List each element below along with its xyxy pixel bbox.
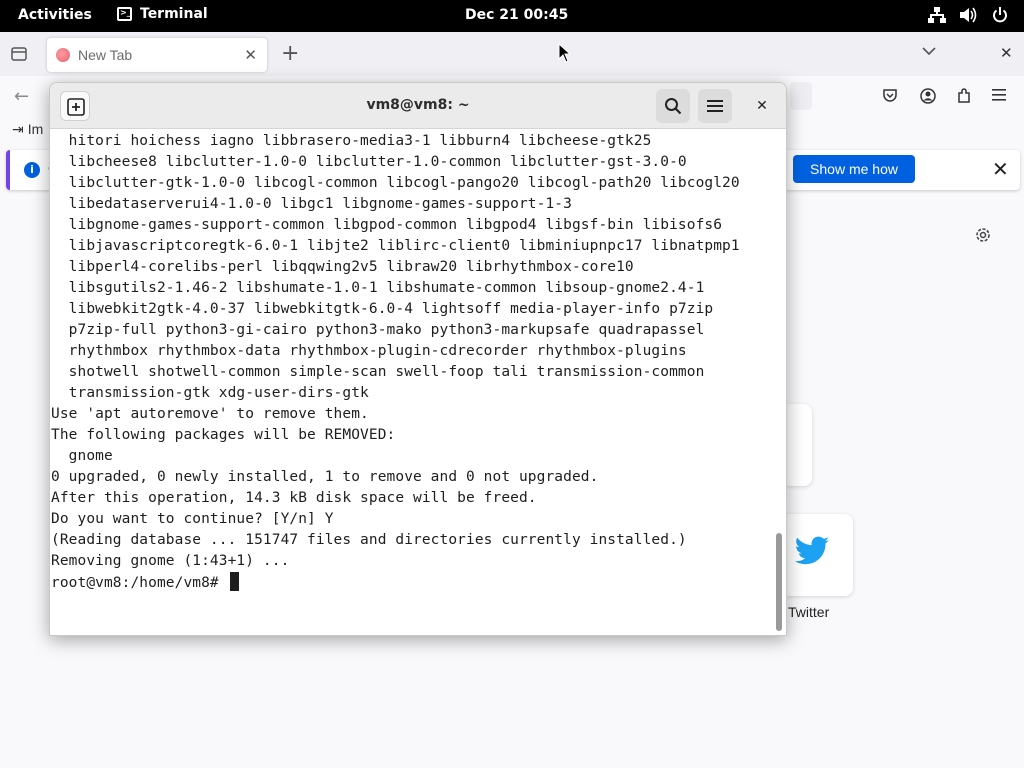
- main-menu-button[interactable]: [698, 89, 732, 123]
- app-name: Terminal: [140, 6, 208, 22]
- terminal-line: libjavascriptcoregtk-6.0-1 libjte2 libli…: [51, 238, 740, 254]
- network-icon: [928, 7, 946, 23]
- terminal-line: libgnome-games-support-common libgpod-co…: [51, 217, 723, 233]
- terminal-line: hitori hoichess iagno libbrasero-media3-…: [51, 133, 652, 149]
- terminal-icon: >_: [117, 7, 132, 21]
- terminal-line: Do you want to continue? [Y/n] Y: [51, 511, 334, 527]
- activities-button[interactable]: Activities: [18, 7, 92, 23]
- terminal-line: libsgutils2-1.46-2 libshumate-1.0-1 libs…: [51, 280, 705, 296]
- search-icon: [665, 98, 682, 115]
- back-arrow-icon[interactable]: ←: [14, 86, 29, 107]
- shortcut-label-twitter[interactable]: Twitter: [788, 604, 829, 620]
- tab-title: New Tab: [78, 47, 133, 63]
- terminal-headerbar: vm8@vm8: ~ ✕: [50, 83, 786, 129]
- info-icon: i: [24, 162, 40, 178]
- terminal-line: rhythmbox rhythmbox-data rhythmbox-plugi…: [51, 343, 687, 359]
- shell-prompt: root@vm8:/home/vm8#: [51, 572, 774, 593]
- terminal-line: shotwell shotwell-common simple-scan swe…: [51, 364, 705, 380]
- terminal-line: libclutter-gtk-1.0-0 libcogl-common libc…: [51, 175, 740, 191]
- search-button[interactable]: [656, 89, 690, 123]
- account-icon[interactable]: [920, 88, 936, 104]
- gnome-top-bar: Activities >_ Terminal Dec 21 00:45: [0, 0, 1024, 32]
- terminal-output[interactable]: hitori hoichess iagno libbrasero-media3-…: [50, 130, 774, 635]
- power-icon: [993, 7, 1007, 23]
- import-icon: ⇥: [12, 121, 24, 137]
- extensions-icon[interactable]: [956, 88, 972, 104]
- scrollbar-thumb[interactable]: [776, 533, 782, 631]
- window-close-icon[interactable]: ✕: [1000, 44, 1013, 62]
- app-menu[interactable]: >_ Terminal: [117, 6, 208, 22]
- terminal-line: libcheese8 libclutter-1.0-0 libclutter-1…: [51, 154, 687, 170]
- terminal-line: libperl4-corelibs-perl libqqwing2v5 libr…: [51, 259, 634, 275]
- terminal-window: vm8@vm8: ~ ✕ hitori hoichess iagno libbr…: [49, 82, 787, 636]
- text-cursor: [229, 572, 239, 591]
- terminal-line: Removing gnome (1:43+1) ...: [51, 553, 290, 569]
- terminal-line: Use 'apt autoremove' to remove them.: [51, 406, 369, 422]
- chevron-down-icon[interactable]: [922, 46, 936, 56]
- terminal-line: After this operation, 14.3 kB disk space…: [51, 490, 537, 506]
- firefox-favicon-icon: [56, 48, 70, 62]
- tab-close-icon[interactable]: ✕: [244, 46, 257, 64]
- terminal-line: (Reading database ... 151747 files and d…: [51, 532, 687, 548]
- terminal-text: hitori hoichess iagno libbrasero-media3-…: [51, 130, 774, 593]
- terminal-line: The following packages will be REMOVED:: [51, 427, 396, 443]
- gear-icon[interactable]: [974, 226, 992, 244]
- mouse-pointer-icon: [558, 43, 572, 63]
- terminal-line: libedataserverui4-1.0-0 libgc1 libgnome-…: [51, 196, 572, 212]
- tab-list-icon[interactable]: [10, 45, 28, 63]
- terminal-line: libwebkit2gtk-4.0-37 libwebkitgtk-6.0-4 …: [51, 301, 714, 317]
- url-bar-edge[interactable]: [790, 82, 812, 110]
- tab-strip: New Tab ✕ + ✕: [0, 32, 1024, 76]
- system-tray[interactable]: [928, 7, 1008, 23]
- close-icon: ✕: [756, 98, 768, 114]
- new-tab-plus-icon[interactable]: +: [281, 41, 299, 66]
- volume-icon: [960, 7, 977, 23]
- close-button[interactable]: ✕: [750, 95, 774, 119]
- hamburger-menu-icon[interactable]: [992, 88, 1008, 102]
- show-me-how-button[interactable]: Show me how: [793, 155, 915, 183]
- hamburger-menu-icon: [707, 100, 723, 112]
- tab-new-tab[interactable]: New Tab ✕: [47, 38, 267, 72]
- terminal-line: 0 upgraded, 0 newly installed, 1 to remo…: [51, 469, 599, 485]
- notification-close-icon[interactable]: ✕: [992, 157, 1009, 181]
- pocket-icon[interactable]: [882, 88, 898, 104]
- terminal-line: p7zip-full python3-gi-cairo python3-mako…: [51, 322, 705, 338]
- terminal-line: gnome: [51, 448, 113, 464]
- twitter-bird-icon: [794, 536, 829, 565]
- bookmark-import[interactable]: ⇥ Im: [12, 121, 43, 138]
- clock[interactable]: Dec 21 00:45: [465, 7, 568, 23]
- scrollbar[interactable]: [776, 133, 782, 631]
- terminal-line: transmission-gtk xdg-user-dirs-gtk: [51, 385, 369, 401]
